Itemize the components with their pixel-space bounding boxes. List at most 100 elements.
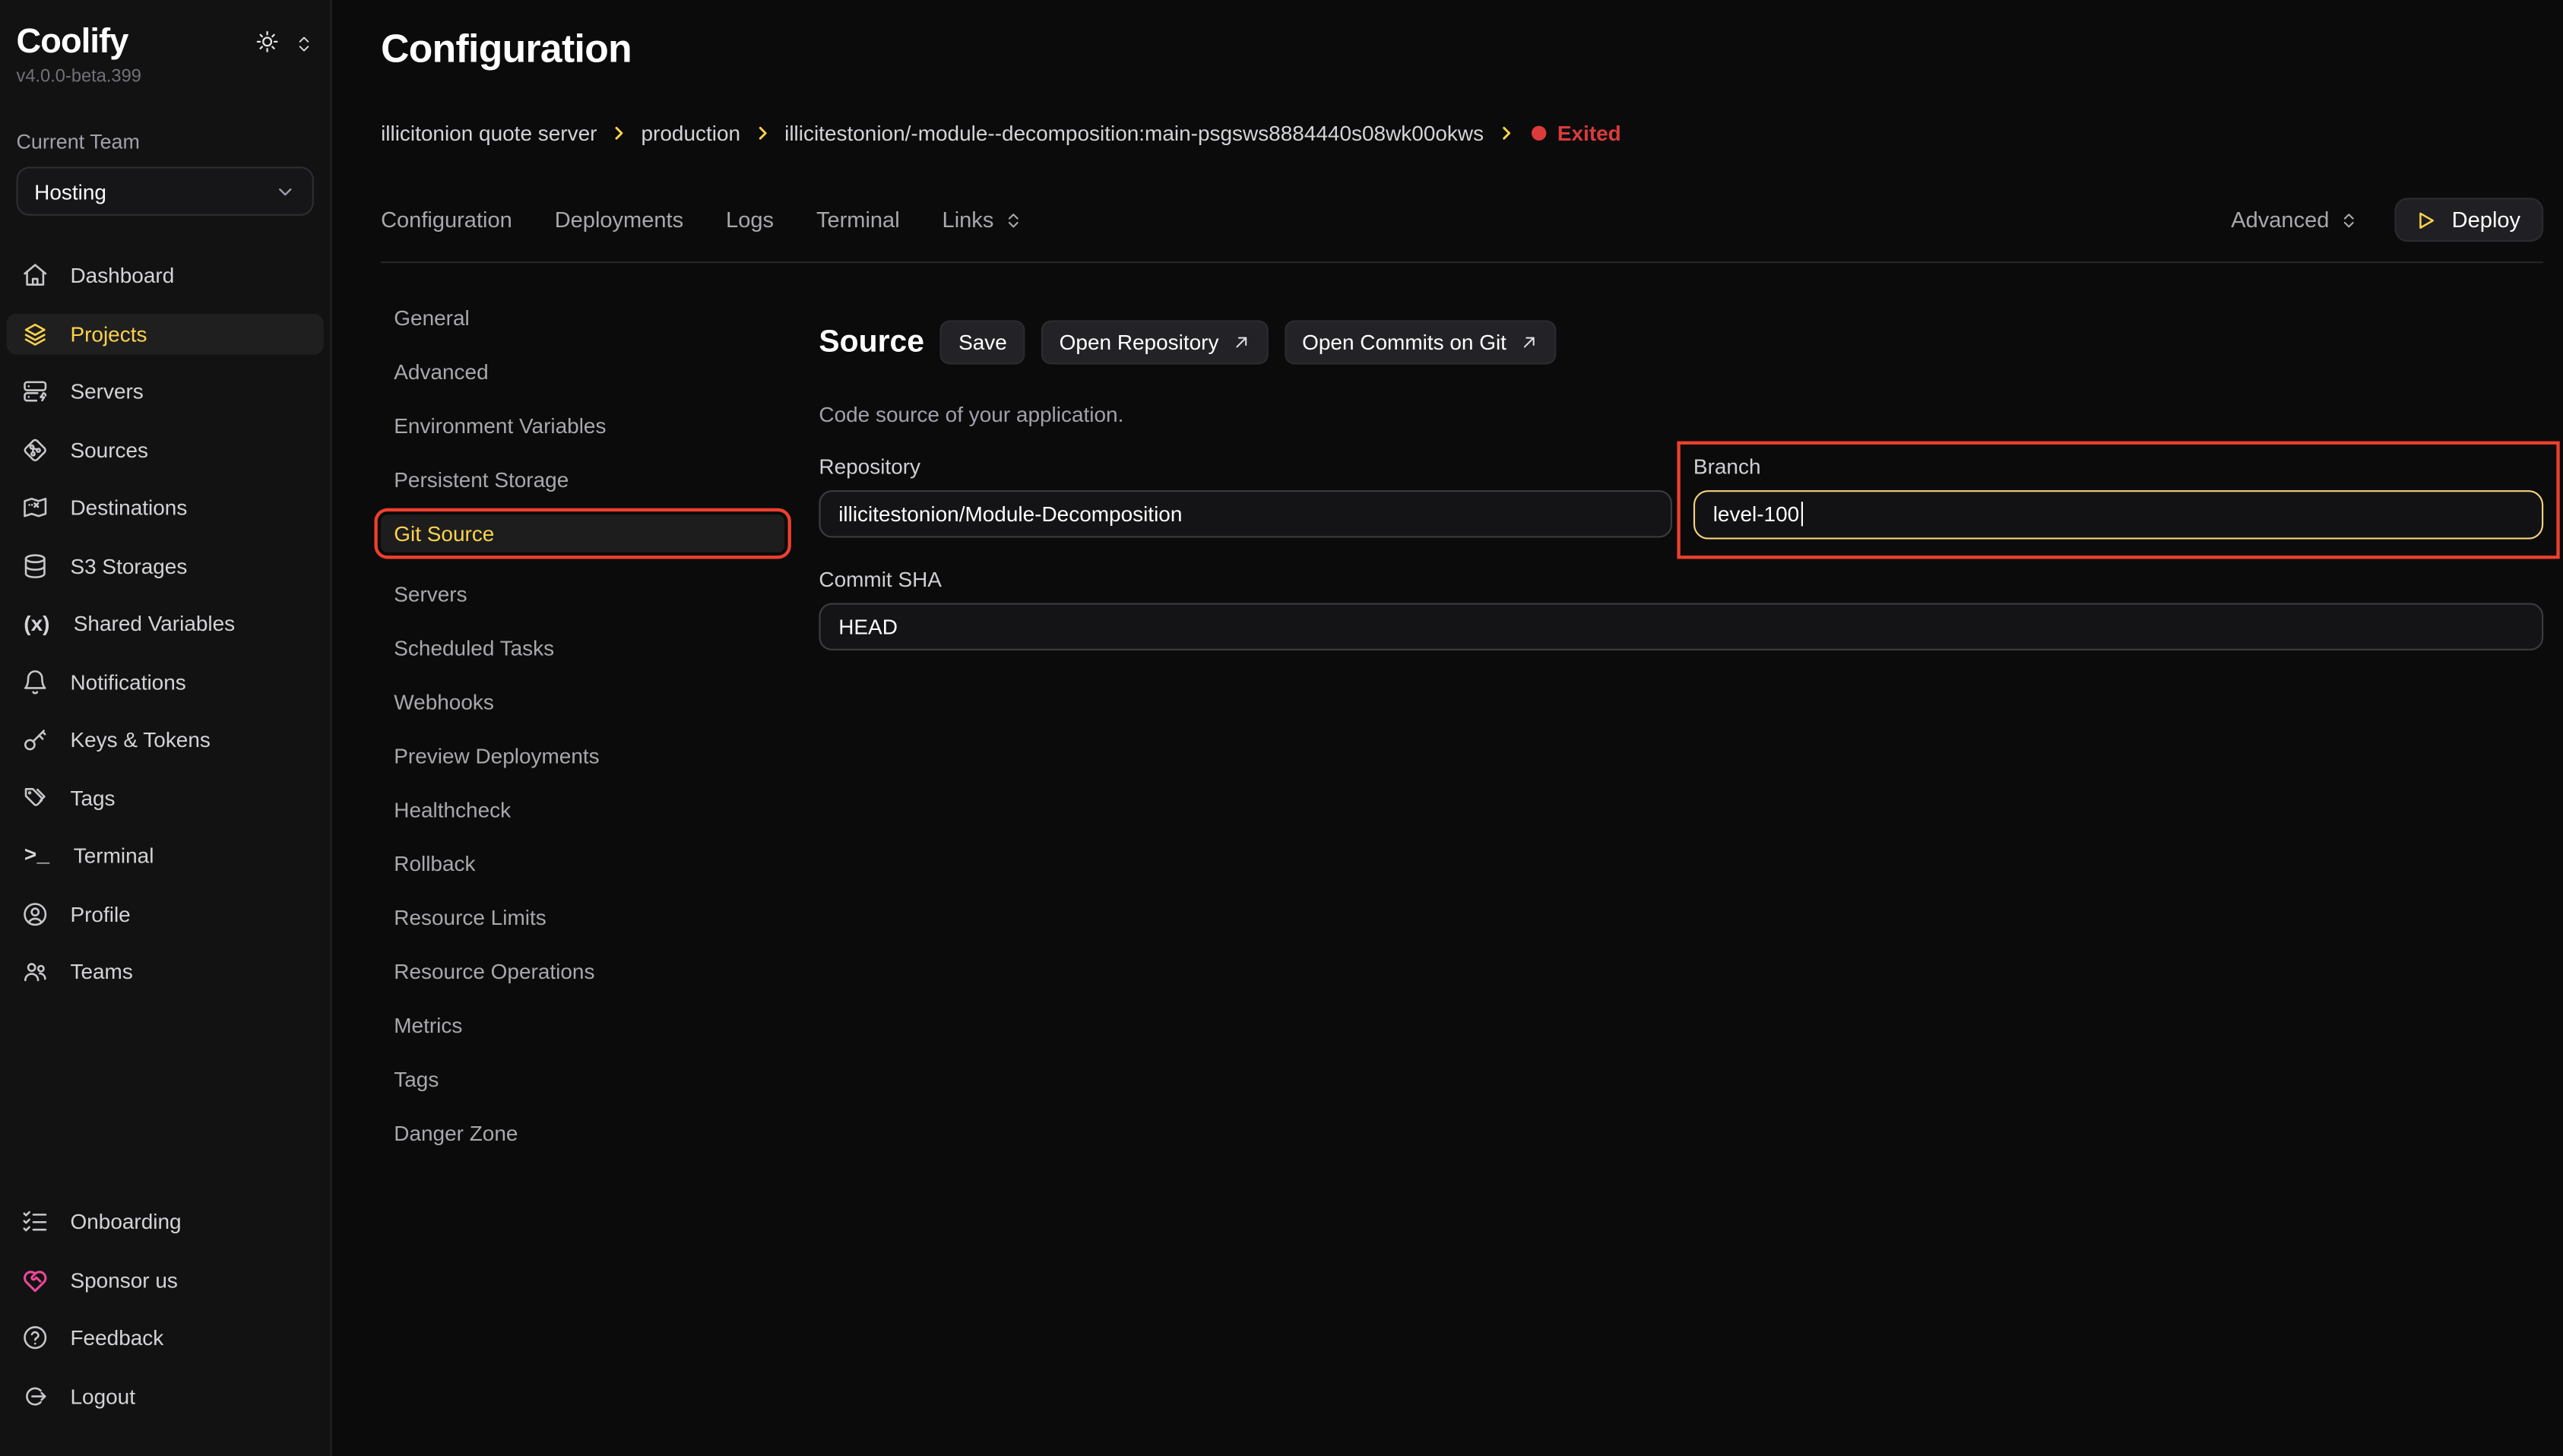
team-select[interactable]: Hosting <box>17 166 314 216</box>
sidebar-item-label: Tags <box>70 785 115 809</box>
sidebar-item-teams[interactable]: Teams <box>7 951 324 992</box>
branch-input[interactable]: level-100 <box>1693 489 2543 539</box>
sidebar-item-label: Destinations <box>70 495 187 520</box>
app-version: v4.0.0-beta.399 <box>17 67 314 87</box>
sun-icon[interactable] <box>255 30 279 54</box>
repository-label: Repository <box>819 454 1672 478</box>
tabs-row: Configuration Deployments Logs Terminal … <box>381 198 2543 263</box>
breadcrumb-application[interactable]: illicitestonion/-module--decomposition:m… <box>784 121 1484 145</box>
sidebar-item-servers[interactable]: Servers <box>7 371 324 412</box>
tab-logs[interactable]: Logs <box>726 207 774 232</box>
text-cursor <box>1801 502 1803 526</box>
source-description: Code source of your application. <box>819 401 2543 426</box>
tab-configuration[interactable]: Configuration <box>381 207 512 232</box>
sidebar-item-label: Shared Variables <box>74 611 235 635</box>
sidebar-item-label: Sources <box>70 437 148 461</box>
sidebar-item-profile[interactable]: Profile <box>7 893 324 934</box>
sidebar-item-sources[interactable]: Sources <box>7 429 324 470</box>
status-dot-icon <box>1531 126 1545 141</box>
save-label: Save <box>958 331 1007 355</box>
sidebar-item-sponsor[interactable]: Sponsor us <box>7 1259 324 1300</box>
sidebar-item-label: Notifications <box>70 669 185 694</box>
sidebar-item-keys-tokens[interactable]: Keys & Tokens <box>7 719 324 760</box>
save-button[interactable]: Save <box>940 321 1025 365</box>
tab-deployments[interactable]: Deployments <box>555 207 683 232</box>
sidebar-item-label: Feedback <box>70 1325 163 1350</box>
sidebar-footer-nav: Onboarding Sponsor us Feedback Logout <box>17 1201 314 1433</box>
git-source-icon <box>21 435 49 464</box>
open-commits-button[interactable]: Open Commits on Git <box>1284 321 1555 365</box>
sidebar-item-projects[interactable]: Projects <box>7 313 324 354</box>
sidebar-item-label: Keys & Tokens <box>70 727 210 752</box>
source-heading: Source <box>819 325 924 361</box>
key-icon <box>21 726 49 754</box>
sidebar-item-feedback[interactable]: Feedback <box>7 1317 324 1358</box>
open-commits-label: Open Commits on Git <box>1302 331 1506 355</box>
commit-sha-label: Commit SHA <box>819 566 2543 590</box>
subnav-item-scheduled-tasks[interactable]: Scheduled Tasks <box>381 629 784 666</box>
server-icon <box>21 378 49 406</box>
subnav-item-rollback[interactable]: Rollback <box>381 845 784 882</box>
status-badge: Exited <box>1531 121 1620 145</box>
sidebar-item-terminal[interactable]: >_ Terminal <box>7 835 324 876</box>
chevrons-up-down-icon[interactable] <box>294 32 314 52</box>
current-team-label: Current Team <box>17 131 314 154</box>
subnav-item-tags[interactable]: Tags <box>381 1061 784 1098</box>
sidebar: Coolify v4.0.0-beta.399 Current Team Hos… <box>0 0 332 1456</box>
repository-input[interactable] <box>819 489 1672 537</box>
sidebar-item-shared-variables[interactable]: (x) Shared Variables <box>7 603 324 644</box>
tab-links[interactable]: Links <box>943 207 1023 232</box>
sidebar-item-onboarding[interactable]: Onboarding <box>7 1201 324 1242</box>
checklist-icon <box>21 1208 49 1236</box>
chevron-right-icon <box>1497 125 1515 143</box>
coolify-app: Coolify v4.0.0-beta.399 Current Team Hos… <box>0 0 2563 1456</box>
sidebar-item-label: Sponsor us <box>70 1268 177 1292</box>
subnav-item-healthcheck[interactable]: Healthcheck <box>381 791 784 828</box>
sidebar-item-s3-storages[interactable]: S3 Storages <box>7 545 324 586</box>
page-title: Configuration <box>381 26 2543 75</box>
subnav-item-general[interactable]: General <box>381 299 784 337</box>
subnav-item-resource-limits[interactable]: Resource Limits <box>381 899 784 936</box>
sidebar-item-tags[interactable]: Tags <box>7 777 324 818</box>
breadcrumb-environment[interactable]: production <box>642 121 741 145</box>
subnav-item-metrics[interactable]: Metrics <box>381 1007 784 1044</box>
subnav-item-git-source[interactable]: Git Source <box>381 515 784 552</box>
open-repository-label: Open Repository <box>1060 331 1219 355</box>
sidebar-item-destinations[interactable]: Destinations <box>7 487 324 528</box>
home-icon <box>21 261 49 290</box>
tab-terminal[interactable]: Terminal <box>816 207 900 232</box>
subnav-item-persistent-storage[interactable]: Persistent Storage <box>381 461 784 499</box>
arrow-up-right-icon <box>1232 334 1250 352</box>
app-logo: Coolify <box>17 23 128 62</box>
subnav-item-resource-operations[interactable]: Resource Operations <box>381 953 784 990</box>
subnav-item-webhooks[interactable]: Webhooks <box>381 683 784 720</box>
subnav-item-advanced[interactable]: Advanced <box>381 353 784 391</box>
chevron-down-icon <box>274 181 296 202</box>
sidebar-item-label: Profile <box>70 901 130 926</box>
breadcrumb-project[interactable]: illicitonion quote server <box>381 121 597 145</box>
chevrons-up-down-icon <box>1003 210 1023 230</box>
bell-icon <box>21 667 49 695</box>
advanced-dropdown[interactable]: Advanced <box>2231 207 2359 232</box>
branch-highlight-box: Branch level-100 <box>1677 441 2559 559</box>
subnav-item-preview-deployments[interactable]: Preview Deployments <box>381 737 784 774</box>
sidebar-item-label: Onboarding <box>70 1209 181 1233</box>
breadcrumb: illicitonion quote server production ill… <box>381 121 2543 145</box>
help-circle-icon <box>21 1324 49 1352</box>
sidebar-item-dashboard[interactable]: Dashboard <box>7 255 324 296</box>
deploy-label: Deploy <box>2452 207 2520 232</box>
advanced-label: Advanced <box>2231 207 2329 232</box>
user-circle-icon <box>21 900 49 928</box>
sidebar-item-logout[interactable]: Logout <box>7 1375 324 1416</box>
subnav-item-danger-zone[interactable]: Danger Zone <box>381 1115 784 1152</box>
open-repository-button[interactable]: Open Repository <box>1041 321 1268 365</box>
sidebar-item-label: Logout <box>70 1383 135 1407</box>
subnav-item-servers[interactable]: Servers <box>381 575 784 612</box>
play-icon <box>2414 208 2437 231</box>
subnav-item-environment-variables[interactable]: Environment Variables <box>381 407 784 445</box>
users-icon <box>21 957 49 986</box>
sidebar-item-notifications[interactable]: Notifications <box>7 661 324 702</box>
commit-sha-input[interactable] <box>819 603 2543 650</box>
deploy-button[interactable]: Deploy <box>2394 198 2543 242</box>
configuration-subnav: General Advanced Environment Variables P… <box>381 299 784 1456</box>
